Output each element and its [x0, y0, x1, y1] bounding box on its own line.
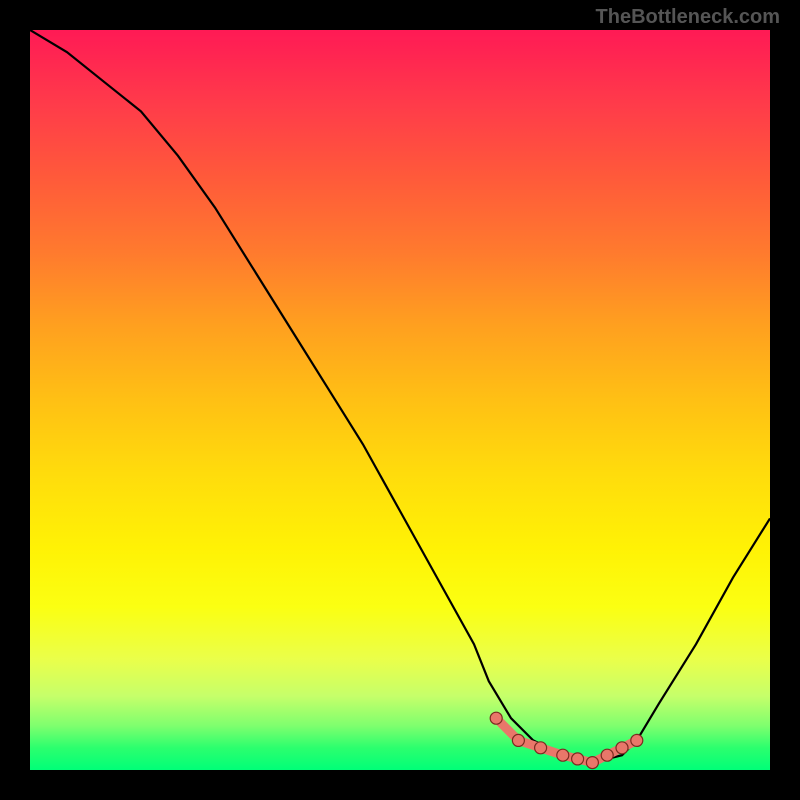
chart-svg: [30, 30, 770, 770]
bottleneck-curve-line: [30, 30, 770, 763]
highlight-dot: [512, 734, 524, 746]
highlight-dot: [557, 749, 569, 761]
highlight-dot: [572, 753, 584, 765]
watermark-text: TheBottleneck.com: [596, 6, 780, 29]
highlight-dot: [535, 742, 547, 754]
highlight-dot: [586, 757, 598, 769]
highlight-dot: [616, 742, 628, 754]
highlight-dot: [490, 712, 502, 724]
chart-area: [30, 30, 770, 770]
highlight-dot: [601, 749, 613, 761]
highlight-dot: [631, 734, 643, 746]
